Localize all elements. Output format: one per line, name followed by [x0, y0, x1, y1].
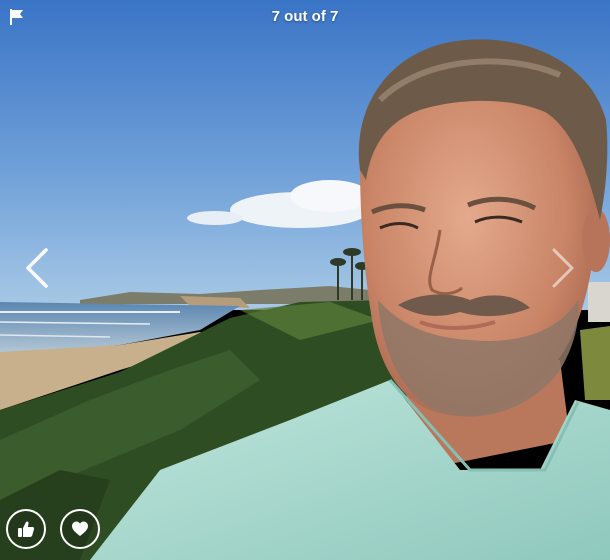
favorite-button[interactable] [60, 509, 100, 549]
profile-photo [0, 0, 610, 560]
photo-viewer: 7 out of 7 [0, 0, 610, 560]
photo-counter: 7 out of 7 [271, 8, 339, 25]
chevron-left-icon[interactable] [20, 246, 54, 290]
like-button[interactable] [6, 509, 46, 549]
top-bar: 7 out of 7 [0, 0, 610, 36]
thumbs-up-icon [18, 521, 35, 537]
heart-icon [72, 521, 88, 536]
chevron-right-icon[interactable] [546, 246, 580, 290]
